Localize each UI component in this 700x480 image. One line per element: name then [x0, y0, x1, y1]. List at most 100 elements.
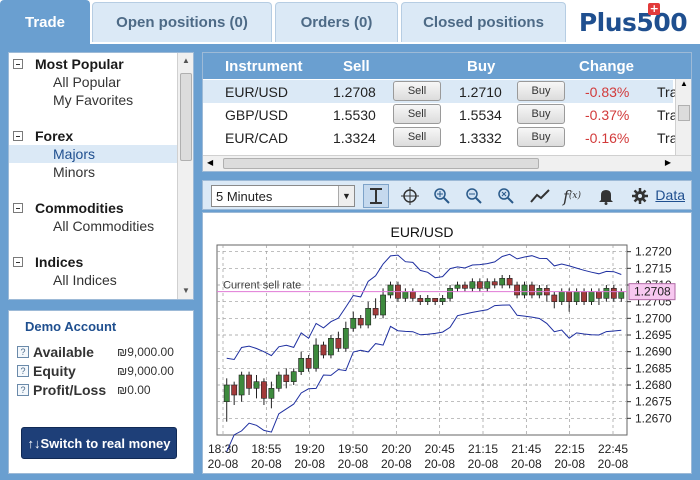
- top-tab-bar: Trade Open positions (0) Orders (0) Clos…: [0, 0, 700, 44]
- table-row[interactable]: EUR/USD 1.2708 Sell 1.2710 Buy -0.83% Tr…: [203, 80, 677, 103]
- menu-item-all-commodities[interactable]: All Commodities: [9, 217, 179, 235]
- sell-button[interactable]: Sell: [393, 81, 441, 101]
- timeframe-value: 5 Minutes: [216, 189, 273, 204]
- x-tick-date: 20-08: [554, 457, 585, 471]
- menu-group-header[interactable]: Indices: [9, 253, 179, 271]
- menu-group-commodities: Commodities All Commodities: [9, 199, 179, 235]
- scroll-thumb[interactable]: [678, 105, 690, 121]
- candle-body: [484, 281, 491, 289]
- account-profit-loss-row: ? Profit/Loss ₪0.00: [17, 381, 187, 399]
- y-tick-label: 1.2695: [635, 328, 672, 342]
- candle-body: [514, 284, 520, 296]
- x-tick-date: 20-08: [208, 457, 239, 471]
- x-tick-time: 21:45: [511, 442, 541, 456]
- collapse-icon[interactable]: [13, 59, 23, 69]
- collapse-icon[interactable]: [13, 203, 23, 213]
- col-header-instrument[interactable]: Instrument: [225, 58, 303, 75]
- x-tick-date: 20-08: [381, 457, 412, 471]
- candle-body: [387, 284, 394, 296]
- candle-body: [491, 281, 498, 286]
- x-tick-date: 20-08: [598, 457, 629, 471]
- table-row[interactable]: GBP/USD 1.5530 Sell 1.5534 Buy -0.37% Tr…: [203, 103, 677, 126]
- collapse-icon[interactable]: [13, 131, 23, 141]
- buy-button[interactable]: Buy: [517, 127, 565, 147]
- data-link[interactable]: Data: [655, 187, 685, 203]
- alert-bell-icon[interactable]: [593, 184, 619, 208]
- menu-item-minors[interactable]: Minors: [9, 163, 179, 181]
- candle-body: [439, 298, 446, 302]
- scroll-thumb[interactable]: [223, 158, 539, 169]
- menu-group-header[interactable]: Most Popular: [9, 55, 179, 73]
- zoom-reset-icon[interactable]: [493, 184, 519, 208]
- zoom-out-icon[interactable]: [461, 184, 487, 208]
- crosshair-icon[interactable]: [397, 184, 423, 208]
- candle-body: [305, 358, 312, 369]
- tab-closed-positions[interactable]: Closed positions: [401, 2, 566, 42]
- menu-scrollbar[interactable]: ▲ ▼: [177, 53, 193, 299]
- line-chart-icon[interactable]: [527, 184, 553, 208]
- function-icon[interactable]: f (x): [559, 184, 585, 208]
- collapse-icon[interactable]: [13, 257, 23, 267]
- tab-open-positions[interactable]: Open positions (0): [92, 2, 272, 42]
- menu-group-most-popular: Most Popular All Popular My Favorites: [9, 55, 179, 109]
- menu-item-majors[interactable]: Majors: [9, 145, 179, 163]
- table-horizontal-scrollbar[interactable]: ◀ ▶: [203, 155, 691, 171]
- candle-body: [357, 318, 364, 326]
- menu-item-my-favorites[interactable]: My Favorites: [9, 91, 179, 109]
- scroll-right-icon[interactable]: ▶: [665, 158, 671, 167]
- x-tick-date: 20-08: [338, 457, 369, 471]
- col-header-change[interactable]: Change: [579, 58, 634, 75]
- menu-item-all-indices[interactable]: All Indices: [9, 271, 179, 289]
- scroll-up-icon[interactable]: ▲: [178, 53, 193, 69]
- logo-text: Plus500: [578, 7, 688, 37]
- sell-button[interactable]: Sell: [393, 127, 441, 147]
- tab-orders[interactable]: Orders (0): [275, 2, 398, 42]
- plot-area: [216, 244, 628, 436]
- menu-group-title: Most Popular: [35, 56, 124, 72]
- menu-group-header[interactable]: Commodities: [9, 199, 179, 217]
- x-tick-time: 20:20: [381, 442, 411, 456]
- candle-body: [223, 384, 230, 402]
- help-icon[interactable]: ?: [17, 384, 29, 396]
- menu-group-title: Forex: [35, 128, 74, 144]
- timeframe-select[interactable]: 5 Minutes ▼: [211, 185, 355, 207]
- chevron-down-icon[interactable]: ▼: [338, 186, 354, 206]
- candle-body: [424, 298, 431, 302]
- cursor-tool-icon[interactable]: [363, 184, 389, 208]
- candle-body: [469, 281, 476, 289]
- menu-group-indices: Indices All Indices: [9, 253, 179, 289]
- zoom-in-icon[interactable]: [429, 184, 455, 208]
- candle-body: [551, 294, 558, 302]
- scroll-down-icon[interactable]: ▼: [178, 283, 193, 299]
- x-tick-time: 18:30: [208, 442, 238, 456]
- y-tick-label: 1.2680: [635, 378, 672, 392]
- scroll-left-icon[interactable]: ◀: [207, 158, 213, 167]
- settings-gear-icon[interactable]: [627, 184, 653, 208]
- candle-body: [380, 294, 386, 316]
- candle-body: [529, 284, 535, 296]
- tab-trade[interactable]: Trade: [0, 0, 90, 44]
- candle-body: [603, 288, 610, 299]
- scroll-up-icon[interactable]: ▲: [678, 79, 690, 88]
- table-row[interactable]: EUR/CAD 1.3324 Sell 1.3332 Buy -0.16% Tr…: [203, 126, 677, 149]
- price-chart[interactable]: EUR/USD1.27201.27151.27101.27051.27001.2…: [202, 212, 692, 474]
- col-header-sell[interactable]: Sell: [343, 58, 370, 75]
- instrument-name: EUR/CAD: [225, 130, 289, 146]
- help-icon[interactable]: ?: [17, 365, 29, 377]
- y-tick-label: 1.2720: [635, 245, 672, 259]
- menu-item-all-popular[interactable]: All Popular: [9, 73, 179, 91]
- candle-body: [402, 291, 409, 299]
- menu-group-header[interactable]: Forex: [9, 127, 179, 145]
- instrument-name: GBP/USD: [225, 107, 289, 123]
- x-tick-time: 22:45: [598, 442, 628, 456]
- col-header-buy[interactable]: Buy: [467, 58, 495, 75]
- account-label: Equity: [33, 363, 76, 379]
- x-tick-date: 20-08: [251, 457, 282, 471]
- buy-button[interactable]: Buy: [517, 104, 565, 124]
- buy-price: 1.2710: [459, 84, 502, 100]
- sell-button[interactable]: Sell: [393, 104, 441, 124]
- help-icon[interactable]: ?: [17, 346, 29, 358]
- buy-button[interactable]: Buy: [517, 81, 565, 101]
- scroll-thumb[interactable]: [180, 73, 192, 161]
- switch-to-real-money-button[interactable]: ↑↓Switch to real money: [21, 427, 177, 459]
